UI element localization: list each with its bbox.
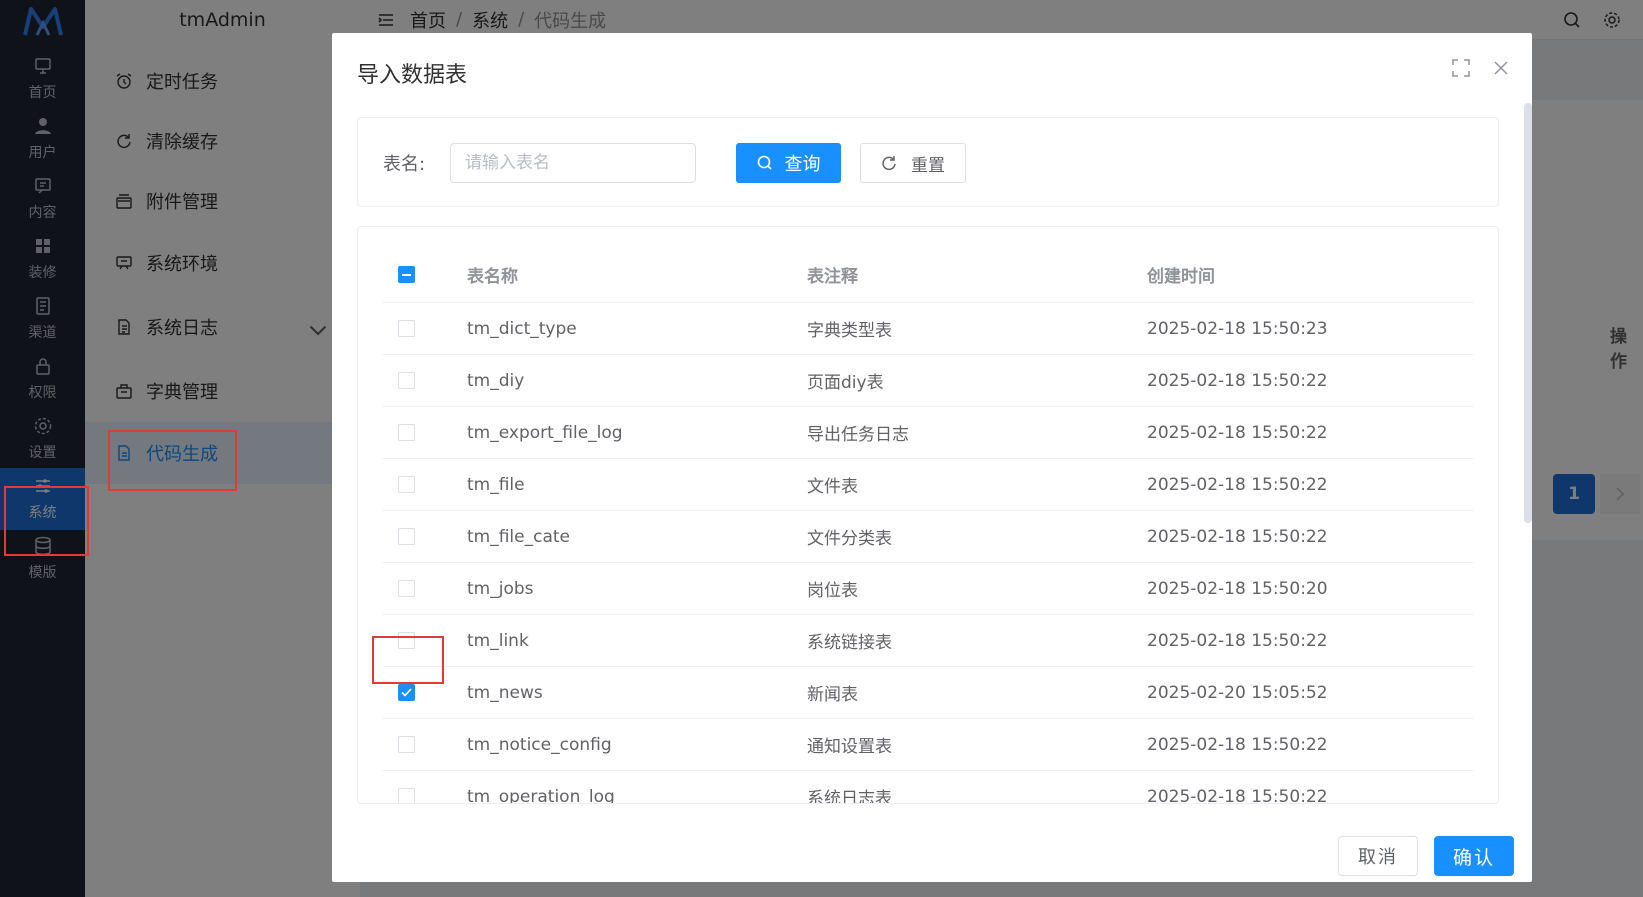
- row-table-comment: 系统日志表: [807, 789, 892, 804]
- row-table-comment: 字典类型表: [807, 321, 892, 341]
- row-checkbox[interactable]: [398, 528, 415, 545]
- fullscreen-icon[interactable]: [1452, 59, 1470, 77]
- row-create-time: 2025-02-18 15:50:22: [1147, 422, 1328, 443]
- row-table-name: tm_diy: [467, 370, 525, 391]
- dialog-scrollbar[interactable]: [1524, 103, 1532, 523]
- row-table-name: tm_operation_log: [467, 786, 615, 804]
- row-create-time: 2025-02-18 15:50:22: [1147, 474, 1328, 495]
- row-checkbox[interactable]: [398, 788, 415, 803]
- row-table-comment: 文件分类表: [807, 529, 892, 549]
- table-row[interactable]: tm_link 系统链接表 2025-02-18 15:50:22: [383, 615, 1473, 667]
- tables-list: 表名称 表注释 创建时间 tm_dict_type 字典类型表 2025-02-18…: [383, 247, 1473, 804]
- row-create-time: 2025-02-18 15:50:22: [1147, 526, 1328, 547]
- table-row[interactable]: tm_jobs 岗位表 2025-02-18 15:50:20: [383, 563, 1473, 615]
- row-table-comment: 新闻表: [807, 685, 858, 705]
- highlight-box-system: [4, 486, 89, 556]
- highlight-box-codegen: [108, 430, 237, 491]
- table-row[interactable]: tm_operation_log 系统日志表 2025-02-18 15:50:22: [383, 771, 1473, 804]
- table-row[interactable]: tm_news 新闻表 2025-02-20 15:05:52: [383, 667, 1473, 719]
- row-table-name: tm_notice_config: [467, 734, 612, 755]
- row-table-comment: 通知设置表: [807, 737, 892, 757]
- row-table-name: tm_jobs: [467, 578, 534, 599]
- reset-button-label: 重置: [911, 155, 945, 176]
- row-checkbox[interactable]: [398, 736, 415, 753]
- check-icon: [401, 688, 412, 697]
- table-header-row: 表名称 表注释 创建时间: [383, 247, 1473, 303]
- highlight-box-checked-row: [372, 636, 444, 684]
- header-table-name[interactable]: 表名称: [467, 262, 807, 287]
- row-create-time: 2025-02-18 15:50:23: [1147, 318, 1328, 339]
- row-table-name: tm_export_file_log: [467, 422, 623, 443]
- search-icon: [757, 155, 772, 170]
- query-button-label: 查询: [784, 154, 821, 175]
- table-name-input[interactable]: [450, 143, 696, 183]
- row-checkbox[interactable]: [398, 320, 415, 337]
- header-create-time[interactable]: 创建时间: [1147, 262, 1473, 287]
- row-create-time: 2025-02-18 15:50:22: [1147, 630, 1328, 651]
- row-checkbox[interactable]: [398, 580, 415, 597]
- row-create-time: 2025-02-20 15:05:52: [1147, 682, 1328, 703]
- row-table-comment: 导出任务日志: [807, 425, 909, 445]
- row-checkbox[interactable]: [398, 684, 415, 701]
- reset-button[interactable]: 重置: [860, 143, 966, 183]
- row-table-comment: 系统链接表: [807, 633, 892, 653]
- cancel-button[interactable]: 取消: [1338, 836, 1418, 876]
- query-button[interactable]: 查询: [736, 143, 841, 183]
- row-create-time: 2025-02-18 15:50:22: [1147, 734, 1328, 755]
- row-table-name: tm_dict_type: [467, 318, 577, 339]
- import-table-dialog: 导入数据表 表名: 查询 重置 表名称 表注释 创建时间 tm_dict_typ…: [332, 33, 1532, 882]
- row-checkbox[interactable]: [398, 372, 415, 389]
- row-table-comment: 文件表: [807, 477, 858, 497]
- table-row[interactable]: tm_notice_config 通知设置表 2025-02-18 15:50:22: [383, 719, 1473, 771]
- row-table-name: tm_news: [467, 682, 543, 703]
- table-card: 表名称 表注释 创建时间 tm_dict_type 字典类型表 2025-02-18…: [357, 226, 1499, 804]
- table-row[interactable]: tm_file 文件表 2025-02-18 15:50:22: [383, 459, 1473, 511]
- row-checkbox[interactable]: [398, 424, 415, 441]
- confirm-button[interactable]: 确认: [1434, 836, 1514, 876]
- row-checkbox[interactable]: [398, 476, 415, 493]
- table-name-label: 表名:: [383, 154, 426, 175]
- table-row[interactable]: tm_file_cate 文件分类表 2025-02-18 15:50:22: [383, 511, 1473, 563]
- row-create-time: 2025-02-18 15:50:22: [1147, 786, 1328, 804]
- search-form: 表名: 查询 重置: [357, 117, 1499, 207]
- table-row[interactable]: tm_dict_type 字典类型表 2025-02-18 15:50:23: [383, 303, 1473, 355]
- row-table-name: tm_file_cate: [467, 526, 571, 547]
- row-table-comment: 岗位表: [807, 581, 858, 601]
- table-row[interactable]: tm_export_file_log 导出任务日志 2025-02-18 15:50…: [383, 407, 1473, 459]
- row-table-comment: 页面diy表: [807, 373, 884, 393]
- close-icon[interactable]: [1492, 59, 1510, 77]
- dialog-title: 导入数据表: [357, 63, 468, 88]
- select-all-checkbox[interactable]: [398, 266, 415, 283]
- row-table-name: tm_file: [467, 474, 525, 495]
- table-row[interactable]: tm_diy 页面diy表 2025-02-18 15:50:22: [383, 355, 1473, 407]
- row-create-time: 2025-02-18 15:50:20: [1147, 578, 1328, 599]
- row-table-name: tm_link: [467, 630, 529, 651]
- row-create-time: 2025-02-18 15:50:22: [1147, 370, 1328, 391]
- refresh-icon: [882, 156, 896, 171]
- header-table-comment[interactable]: 表注释: [807, 262, 1147, 287]
